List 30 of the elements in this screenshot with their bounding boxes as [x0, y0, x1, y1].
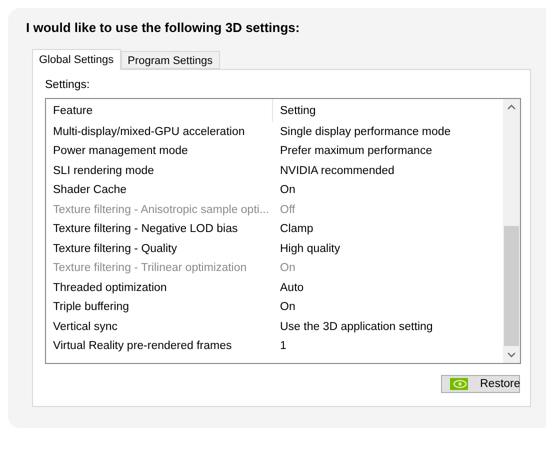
setting-cell[interactable]: Clamp [273, 223, 503, 236]
setting-cell[interactable]: Prefer maximum performance [273, 145, 503, 158]
feature-cell[interactable]: Multi-display/mixed-GPU acceleration [46, 126, 273, 138]
feature-cell[interactable]: Threaded optimization [46, 282, 273, 294]
scroll-thumb[interactable] [504, 226, 519, 346]
eye-logo-icon [450, 378, 468, 390]
setting-cell[interactable]: Single display performance mode [273, 126, 503, 138]
section-heading: I would like to use the following 3D settings: [26, 20, 301, 34]
restore-button[interactable]: Restore [441, 375, 520, 393]
column-header[interactable]: Setting [273, 99, 503, 122]
setting-cell[interactable]: High quality [273, 242, 503, 255]
feature-cell[interactable]: Shader Cache [46, 184, 273, 196]
column-header[interactable]: Feature [46, 99, 273, 122]
tab[interactable]: Program Settings [120, 51, 220, 69]
feature-cell[interactable]: Power management mode [46, 145, 273, 158]
setting-cell[interactable]: On [273, 184, 503, 196]
feature-cell[interactable]: Texture filtering - Quality [46, 242, 273, 255]
setting-cell[interactable]: 1 [273, 340, 503, 352]
feature-cell[interactable]: Texture filtering - Negative LOD bias [46, 223, 273, 236]
setting-cell[interactable]: NVIDIA recommended [273, 164, 503, 177]
setting-cell[interactable]: Use the 3D application setting [273, 320, 503, 333]
feature-cell[interactable]: SLI rendering mode [46, 164, 273, 177]
settings-label: Settings: [45, 78, 91, 93]
feature-cell[interactable]: Virtual Reality pre-rendered frames [46, 340, 273, 352]
setting-cell[interactable]: Auto [273, 282, 503, 294]
scrollbar[interactable] [503, 99, 520, 363]
feature-cell[interactable]: Triple buffering [46, 301, 273, 314]
feature-cell[interactable]: Vertical sync [46, 320, 273, 333]
setting-cell[interactable]: On [273, 301, 503, 314]
tab[interactable]: Global Settings [32, 49, 121, 70]
